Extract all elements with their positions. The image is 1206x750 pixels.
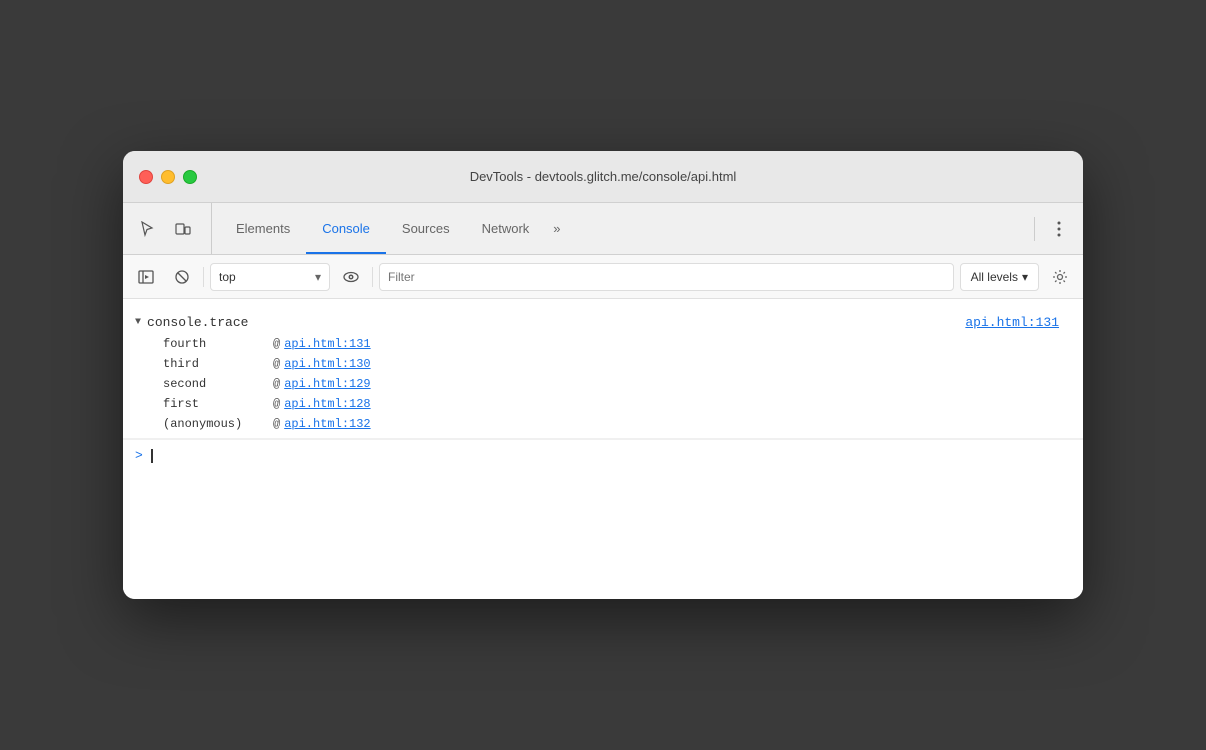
at-symbol: @: [273, 337, 280, 351]
trace-rows: fourth @ api.html:131 third @ api.html:1…: [123, 334, 1083, 434]
table-row: first @ api.html:128: [123, 394, 1083, 414]
inspect-element-button[interactable]: [131, 213, 163, 245]
device-toolbar-button[interactable]: [167, 213, 199, 245]
table-row: second @ api.html:129: [123, 374, 1083, 394]
window-title: DevTools - devtools.glitch.me/console/ap…: [470, 169, 737, 184]
filter-input[interactable]: [388, 270, 945, 284]
sidebar-icon: [138, 269, 154, 285]
tab-sources[interactable]: Sources: [386, 203, 466, 254]
toolbar-right: [1030, 203, 1075, 254]
trace-header[interactable]: ▼ console.trace api.html:131: [123, 311, 1083, 334]
at-symbol: @: [273, 417, 280, 431]
ban-icon: [174, 269, 190, 285]
context-selector[interactable]: top ▾: [210, 263, 330, 291]
more-options-button[interactable]: [1043, 213, 1075, 245]
clear-console-button[interactable]: [167, 262, 197, 292]
traffic-lights: [139, 170, 197, 184]
at-symbol: @: [273, 377, 280, 391]
console-empty-area[interactable]: [123, 471, 1083, 591]
trace-header-link[interactable]: api.html:131: [965, 315, 1059, 330]
eye-icon: [343, 269, 359, 285]
source-link[interactable]: api.html:130: [284, 357, 370, 371]
source-link[interactable]: api.html:128: [284, 397, 370, 411]
table-row: fourth @ api.html:131: [123, 334, 1083, 354]
function-name: first: [163, 397, 273, 411]
function-name: (anonymous): [163, 417, 273, 431]
close-button[interactable]: [139, 170, 153, 184]
toolbar-separator-2: [372, 267, 373, 287]
cursor-icon: [139, 221, 155, 237]
tab-console[interactable]: Console: [306, 203, 386, 254]
maximize-button[interactable]: [183, 170, 197, 184]
table-row: (anonymous) @ api.html:132: [123, 414, 1083, 434]
gear-icon: [1052, 269, 1068, 285]
tab-network[interactable]: Network: [466, 203, 546, 254]
title-bar: DevTools - devtools.glitch.me/console/ap…: [123, 151, 1083, 203]
console-input-line: >: [123, 439, 1083, 471]
function-name: third: [163, 357, 273, 371]
function-name: fourth: [163, 337, 273, 351]
function-name: second: [163, 377, 273, 391]
table-row: third @ api.html:130: [123, 354, 1083, 374]
toolbar-left: [131, 203, 212, 254]
chevron-down-icon: ▾: [1022, 270, 1028, 284]
tabs: Elements Console Sources Network »: [220, 203, 1030, 254]
devtools-window: DevTools - devtools.glitch.me/console/ap…: [123, 151, 1083, 599]
separator: [1034, 217, 1035, 241]
at-symbol: @: [273, 397, 280, 411]
console-prompt: >: [135, 448, 143, 463]
chevron-down-icon: ▾: [315, 270, 321, 284]
filter-wrapper: [379, 263, 954, 291]
live-expression-button[interactable]: [336, 262, 366, 292]
console-settings-button[interactable]: [1045, 262, 1075, 292]
console-output: ▼ console.trace api.html:131 fourth @ ap…: [123, 299, 1083, 599]
console-cursor: [151, 449, 153, 463]
toolbar-separator-1: [203, 267, 204, 287]
kebab-menu-icon: [1051, 221, 1067, 237]
minimize-button[interactable]: [161, 170, 175, 184]
sidebar-toggle-button[interactable]: [131, 262, 161, 292]
log-levels-button[interactable]: All levels ▾: [960, 263, 1039, 291]
trace-header-text: console.trace: [147, 315, 965, 330]
source-link[interactable]: api.html:129: [284, 377, 370, 391]
console-toolbar: top ▾ All levels ▾: [123, 255, 1083, 299]
tab-elements[interactable]: Elements: [220, 203, 306, 254]
more-tabs-button[interactable]: »: [545, 203, 568, 254]
device-icon: [175, 221, 191, 237]
at-symbol: @: [273, 357, 280, 371]
tab-bar: Elements Console Sources Network »: [123, 203, 1083, 255]
trace-entry: ▼ console.trace api.html:131 fourth @ ap…: [123, 307, 1083, 439]
collapse-toggle-icon[interactable]: ▼: [135, 317, 141, 328]
source-link[interactable]: api.html:131: [284, 337, 370, 351]
source-link[interactable]: api.html:132: [284, 417, 370, 431]
